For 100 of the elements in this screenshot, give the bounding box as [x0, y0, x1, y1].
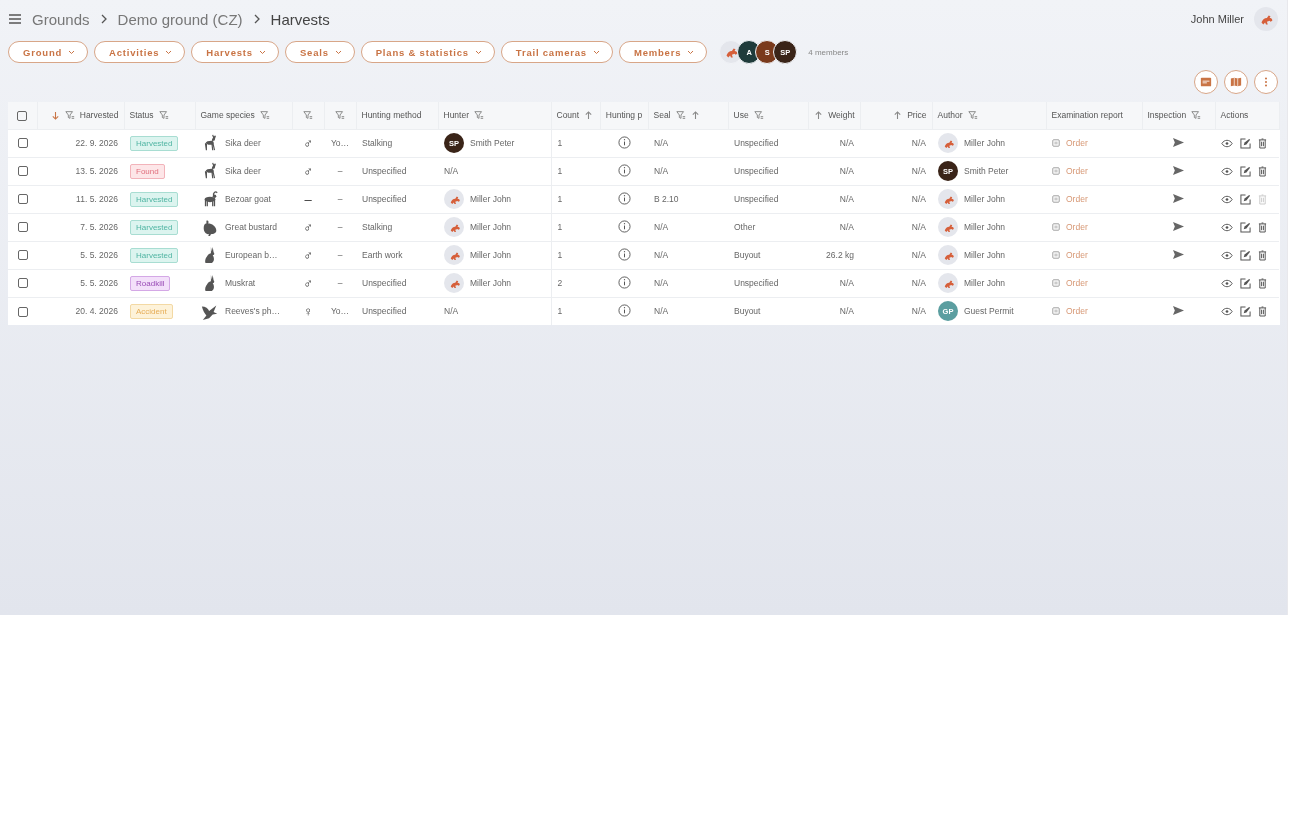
edit-icon[interactable] [1240, 193, 1251, 205]
view-icon[interactable] [1221, 278, 1233, 288]
view-icon[interactable] [1221, 138, 1233, 148]
delete-icon[interactable] [1258, 277, 1267, 289]
column-header: Hunter [443, 110, 469, 121]
column-header: Seal [653, 110, 671, 121]
filter-icon[interactable] [675, 110, 686, 121]
checkbox[interactable] [17, 110, 28, 121]
order-link[interactable]: Order [1066, 138, 1088, 148]
send-icon[interactable] [1172, 164, 1185, 176]
send-icon[interactable] [1172, 136, 1185, 148]
send-icon[interactable] [1172, 192, 1185, 204]
checkbox[interactable] [17, 166, 28, 177]
nav-dropdown[interactable]: Plans & statistics [360, 41, 495, 63]
filter-icon[interactable] [967, 110, 978, 121]
person-name: Miller John [470, 194, 512, 204]
table-cell: – [324, 241, 356, 269]
delete-icon[interactable] [1258, 137, 1267, 149]
info-icon[interactable] [617, 219, 631, 233]
info-icon[interactable] [617, 163, 631, 177]
checkbox[interactable] [17, 250, 28, 261]
order-link[interactable]: Order [1066, 222, 1088, 232]
pdf-button[interactable] [1194, 70, 1218, 94]
order-link[interactable]: Order [1066, 194, 1088, 204]
view-icon[interactable] [1221, 306, 1233, 316]
breadcrumb-link[interactable]: Grounds [32, 10, 90, 28]
sex-symbol: ♂ [303, 135, 313, 151]
filter-icon[interactable] [474, 110, 484, 121]
edit-icon[interactable] [1240, 305, 1251, 317]
view-icon[interactable] [1221, 222, 1233, 232]
status-tag: Accident [130, 303, 173, 319]
view-icon[interactable] [1221, 166, 1233, 176]
edit-icon[interactable] [1240, 277, 1251, 289]
checkbox[interactable] [17, 194, 28, 205]
table-cell: Earth work [356, 241, 438, 269]
send-icon[interactable] [1172, 220, 1185, 232]
info-icon[interactable] [617, 247, 631, 261]
info-icon[interactable] [617, 191, 631, 205]
send-icon[interactable] [1172, 304, 1185, 316]
person-name: N/A [444, 306, 459, 317]
person-name: Miller John [964, 194, 1006, 204]
filter-icon[interactable] [753, 110, 764, 121]
delete-icon[interactable] [1258, 249, 1267, 261]
order-link[interactable]: Order [1066, 306, 1088, 317]
edit-icon[interactable] [1240, 165, 1251, 177]
table-cell: 1 [551, 157, 600, 185]
send-icon[interactable] [1172, 248, 1185, 260]
filter-icon[interactable] [259, 110, 270, 121]
checkbox[interactable] [17, 222, 28, 233]
table-cell: N/A [860, 269, 932, 297]
breadcrumb-link[interactable]: Demo ground (CZ) [117, 10, 243, 28]
edit-icon[interactable] [1240, 137, 1251, 149]
filter-icon[interactable] [64, 110, 75, 121]
sort-arrow-icon[interactable] [814, 110, 824, 120]
info-icon[interactable] [617, 303, 631, 317]
sort-arrow-icon[interactable] [50, 110, 60, 120]
menu-icon[interactable] [8, 13, 22, 25]
caret-icon [592, 49, 600, 55]
nav-dropdown[interactable]: Activities [94, 41, 186, 63]
sex-symbol: ♂ [303, 163, 313, 179]
nav-dropdown[interactable]: Seals [284, 41, 355, 63]
delete-icon[interactable] [1258, 221, 1267, 233]
nav-dropdown[interactable]: Members [618, 41, 708, 63]
map-icon [1230, 76, 1242, 88]
info-icon[interactable] [617, 135, 631, 149]
info-icon[interactable] [617, 275, 631, 289]
nav-dropdown[interactable]: Trail cameras [500, 41, 613, 63]
checkbox[interactable] [17, 278, 28, 289]
avatar [444, 273, 464, 293]
edit-icon[interactable] [1240, 249, 1251, 261]
table-cell: N/A [808, 297, 860, 325]
edit-icon[interactable] [1240, 221, 1251, 233]
table-cell: 1 [551, 185, 600, 213]
delete-icon[interactable] [1258, 305, 1267, 317]
sort-arrow-icon[interactable] [893, 110, 903, 120]
table-cell: N/A [860, 297, 932, 325]
checkbox[interactable] [17, 138, 28, 149]
nav-dropdown[interactable]: Harvests [191, 41, 279, 63]
table-cell: N/A [648, 269, 728, 297]
filter-icon[interactable] [303, 110, 313, 121]
filter-icon[interactable] [335, 110, 345, 121]
view-icon[interactable] [1221, 194, 1233, 204]
order-link[interactable]: Order [1066, 250, 1088, 260]
sort-arrow-icon[interactable] [690, 110, 700, 120]
person-name: Miller John [964, 250, 1006, 260]
sort-arrow-icon[interactable] [584, 110, 594, 120]
order-link[interactable]: Order [1066, 278, 1088, 288]
table-cell: N/A [860, 157, 932, 185]
checkbox[interactable] [17, 306, 28, 317]
view-icon[interactable] [1221, 250, 1233, 260]
delete-icon[interactable] [1258, 165, 1267, 177]
sex-symbol: ♂ [303, 275, 313, 291]
order-link[interactable]: Order [1066, 166, 1088, 176]
avatar [1254, 7, 1278, 31]
filter-icon[interactable] [1191, 110, 1202, 121]
document-icon [1052, 167, 1060, 175]
nav-dropdown[interactable]: Ground [8, 41, 89, 63]
filter-icon[interactable] [158, 110, 169, 121]
table-cell: 7. 5. 2026 [37, 213, 124, 241]
map-button[interactable] [1224, 70, 1248, 94]
